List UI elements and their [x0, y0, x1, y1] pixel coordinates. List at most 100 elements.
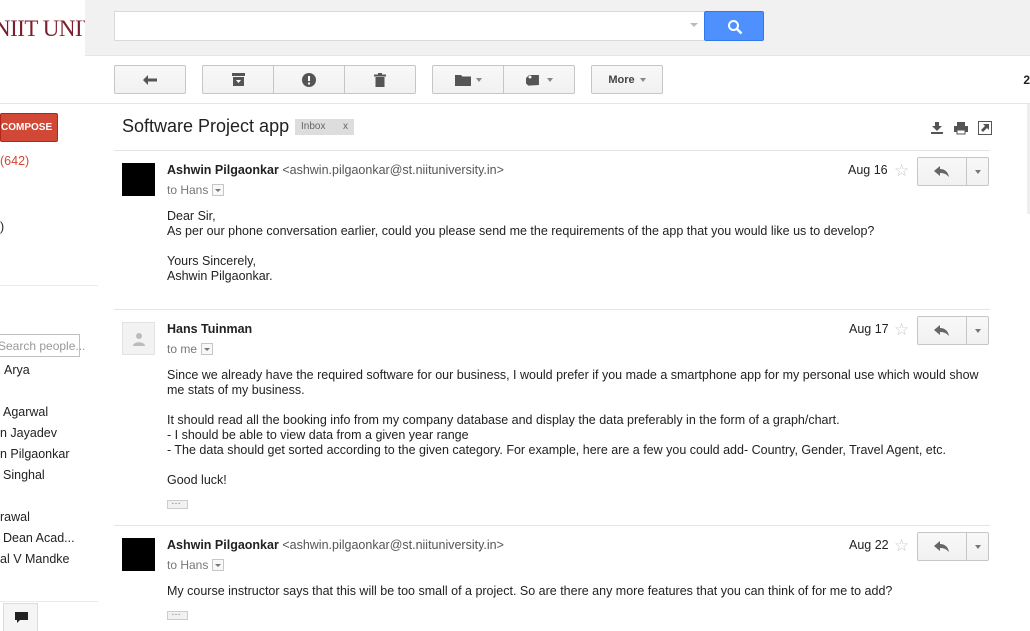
message-date: Aug 17 [849, 322, 889, 336]
show-trimmed-content-button[interactable] [167, 496, 188, 509]
sender-avatar[interactable] [122, 163, 155, 196]
body-line: My course instructor says that this will… [167, 584, 893, 598]
star-icon[interactable]: ☆ [894, 321, 909, 338]
sender-email: <ashwin.pilgaonkar@st.niituniversity.in> [282, 538, 504, 552]
reply-button-group [917, 532, 989, 561]
compose-button[interactable]: COMPOSE [0, 113, 58, 142]
body-line: As per our phone conversation earlier, c… [167, 224, 875, 238]
body-line: Ashwin Pilgaonkar. [167, 269, 273, 283]
inbox-label-badge: Inbox x [295, 119, 354, 135]
reply-button[interactable] [918, 317, 967, 344]
show-details-dropdown-icon[interactable] [212, 559, 225, 571]
chat-button[interactable] [3, 603, 38, 631]
remove-label-button[interactable]: x [343, 119, 348, 135]
message-date: Aug 16 [848, 163, 888, 177]
reply-more-dropdown[interactable] [968, 533, 989, 560]
sidebar-item-count[interactable]: ) [0, 220, 4, 234]
message-body: Since we already have the required softw… [167, 368, 982, 488]
sender-email: <ashwin.pilgaonkar@st.niituniversity.in> [282, 163, 504, 177]
contact-item[interactable]: al V Mandke [0, 552, 69, 566]
contact-item[interactable]: Singhal [3, 468, 45, 482]
message-body: Dear Sir, As per our phone conversation … [167, 209, 982, 284]
delete-button[interactable] [344, 65, 416, 94]
body-line: - I should be able to view data from a g… [167, 428, 469, 442]
show-details-dropdown-icon[interactable] [212, 184, 225, 196]
reply-more-dropdown[interactable] [968, 317, 989, 344]
reply-button-group [917, 316, 989, 345]
more-actions-button[interactable]: More [591, 65, 663, 94]
move-to-button[interactable] [432, 65, 504, 94]
reply-button-group [917, 157, 989, 186]
sender-avatar[interactable] [122, 322, 155, 355]
chevron-down-icon [475, 77, 482, 82]
top-header: NIIT UNIVERSITY [0, 0, 1030, 56]
thread-subject: Software Project app [122, 116, 290, 136]
label-tag-icon [525, 74, 539, 86]
logo-text: NIIT UNIVERSITY [0, 16, 85, 41]
recipient-line: to Hans [167, 558, 225, 572]
default-person-icon [133, 333, 145, 346]
people-search-placeholder: Search people... [0, 339, 86, 353]
sender-name[interactable]: Ashwin Pilgaonkar [167, 538, 279, 552]
reply-arrow-icon [934, 541, 949, 552]
message-sender: Ashwin Pilgaonkar <ashwin.pilgaonkar@st.… [167, 538, 504, 552]
chat-divider [0, 601, 98, 602]
search-options-dropdown-icon[interactable] [690, 23, 698, 27]
body-line: It should read all the booking info from… [167, 413, 840, 427]
print-icon[interactable] [954, 121, 968, 135]
show-trimmed-content-button[interactable] [167, 607, 188, 620]
search-icon [728, 20, 743, 35]
sender-name[interactable]: Hans Tuinman [167, 322, 252, 336]
new-window-icon[interactable] [978, 121, 992, 135]
message-date: Aug 22 [849, 538, 889, 552]
search-input[interactable] [114, 11, 704, 41]
chevron-down-icon [546, 77, 553, 82]
body-line: Dear Sir, [167, 209, 216, 223]
contact-item[interactable]: Arya [4, 363, 30, 377]
search-button[interactable] [704, 11, 764, 41]
chat-bubble-icon [15, 612, 28, 623]
reply-button[interactable] [918, 158, 967, 185]
divider [114, 309, 990, 310]
recipient-text: to Hans [167, 558, 209, 572]
reply-more-dropdown[interactable] [968, 158, 989, 185]
reply-arrow-icon [934, 325, 949, 336]
people-search-input[interactable]: Search people... [0, 334, 85, 357]
show-details-dropdown-icon[interactable] [201, 343, 214, 355]
label-text: Inbox [301, 121, 326, 132]
recipient-line: to Hans [167, 183, 225, 197]
reply-arrow-icon [934, 166, 949, 177]
sender-avatar[interactable] [122, 538, 155, 571]
back-to-inbox-button[interactable] [114, 65, 186, 94]
message-body: My course instructor says that this will… [167, 584, 982, 599]
contact-item[interactable]: Agarwal [3, 405, 48, 419]
reply-button[interactable] [918, 533, 967, 560]
star-icon[interactable]: ☆ [894, 537, 909, 554]
sender-name[interactable]: Ashwin Pilgaonkar [167, 163, 279, 177]
contact-item[interactable]: Dean Acad... [3, 531, 75, 545]
recipient-line: to me [167, 342, 214, 356]
archive-icon [231, 73, 245, 86]
star-icon[interactable]: ☆ [894, 162, 909, 179]
more-label: More [608, 73, 635, 86]
message-sender: Hans Tuinman [167, 322, 252, 336]
divider [114, 150, 990, 151]
trash-icon [374, 72, 386, 87]
expand-all-icon[interactable] [930, 121, 944, 135]
sidebar-item-inbox-count[interactable]: (642) [0, 154, 29, 168]
contact-item[interactable]: rawal [0, 510, 30, 524]
back-arrow-icon [143, 74, 157, 85]
labels-button[interactable] [503, 65, 575, 94]
body-line: Good luck! [167, 473, 227, 487]
archive-button[interactable] [202, 65, 274, 94]
body-line: Yours Sincerely, [167, 254, 256, 268]
contact-item[interactable]: n Jayadev [0, 426, 57, 440]
action-toolbar: More 2 [0, 57, 1030, 104]
body-line: - The data should get sorted according t… [167, 443, 946, 457]
recipient-text: to me [167, 342, 198, 356]
contact-item[interactable]: n Pilgaonkar [0, 447, 70, 461]
university-logo[interactable]: NIIT UNIVERSITY [0, 0, 85, 56]
body-line: Since we already have the required softw… [167, 368, 979, 397]
report-spam-button[interactable] [273, 65, 345, 94]
folder-icon [454, 74, 471, 86]
